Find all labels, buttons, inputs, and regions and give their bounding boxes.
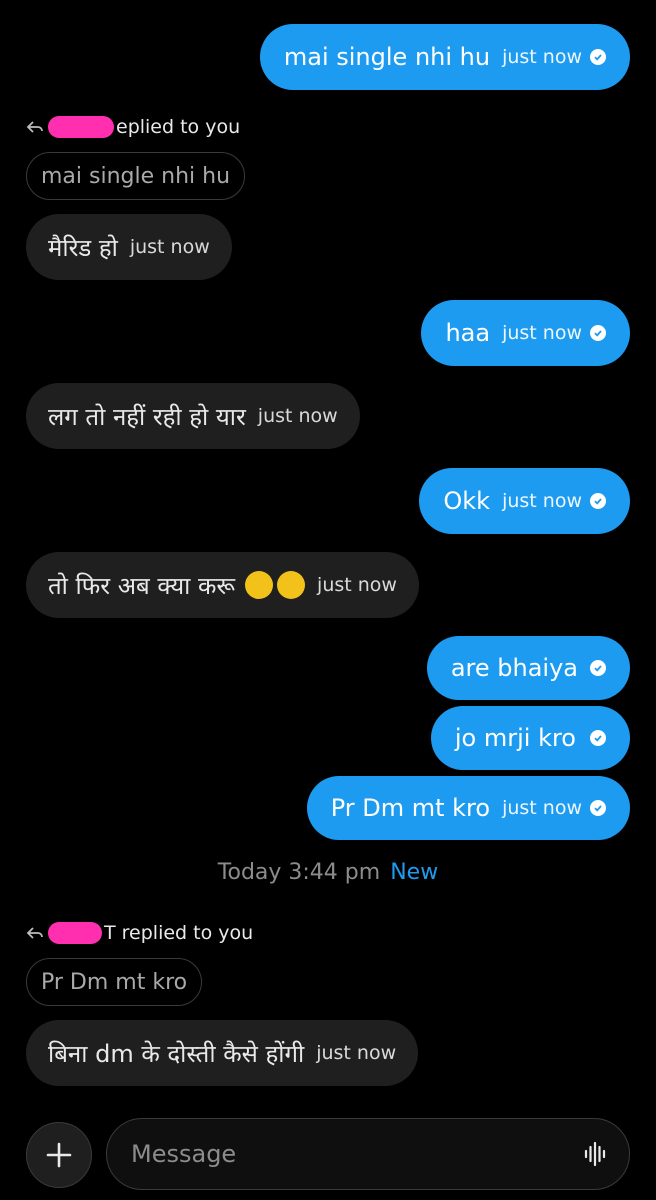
sent-check-icon [590, 493, 606, 509]
sent-check-icon [590, 730, 606, 746]
incoming-message[interactable]: बिना dm के दोस्ती कैसे होंगी just now [26, 1020, 419, 1086]
redacted-name [48, 116, 114, 138]
message-text: haa [445, 319, 491, 347]
reply-label: T replied to you [104, 922, 254, 944]
incoming-message[interactable]: तो फिर अब क्या करू just now [26, 552, 419, 618]
message-text: Pr Dm mt kro [330, 794, 491, 822]
incoming-message[interactable]: मैरिड हो just now [26, 214, 232, 280]
outgoing-message[interactable]: haa just now [421, 300, 630, 366]
message-time: just now [502, 46, 582, 68]
message-text: are bhaiya [450, 654, 578, 682]
message-input[interactable] [129, 1139, 583, 1169]
reply-arrow-icon [26, 121, 43, 133]
incoming-message[interactable]: लग तो नहीं रही हो यार just now [26, 383, 360, 449]
quoted-message[interactable]: Pr Dm mt kro [26, 958, 203, 1006]
message-text: तो फिर अब क्या करू [48, 571, 236, 600]
message-time: just now [502, 322, 582, 344]
sent-check-icon [590, 660, 606, 676]
message-time: just now [317, 574, 397, 596]
reply-label: eplied to you [116, 116, 241, 138]
new-label: New [390, 860, 439, 885]
reply-arrow-icon [26, 927, 43, 939]
sent-check-icon [590, 325, 606, 341]
message-text: jo mrji kro [454, 724, 576, 752]
outgoing-message[interactable]: Okk just now [419, 468, 630, 534]
message-time: just now [257, 405, 338, 427]
message-text: Okk [443, 487, 491, 515]
message-text: mai single nhi hu [283, 43, 491, 71]
message-time: just now [502, 797, 582, 819]
message-time: just now [129, 236, 210, 258]
message-text: मैरिड हो [48, 233, 118, 262]
outgoing-message[interactable]: Pr Dm mt kro just now [306, 776, 630, 840]
outgoing-message[interactable]: jo mrji kro [430, 706, 630, 770]
sent-check-icon [590, 800, 606, 816]
reply-header: eplied to you [26, 116, 240, 138]
slightly-smiling-face-icon [245, 571, 274, 599]
message-text: बिना dm के दोस्ती कैसे होंगी [48, 1039, 305, 1068]
quoted-message[interactable]: mai single nhi hu [26, 152, 246, 200]
plus-icon [46, 1142, 72, 1168]
redacted-name [48, 922, 102, 944]
message-composer[interactable] [106, 1118, 630, 1190]
message-time: just now [316, 1042, 397, 1064]
outgoing-message[interactable]: mai single nhi hu just now [259, 24, 630, 90]
smiling-face-with-tear-icon [277, 571, 306, 599]
message-text: लग तो नहीं रही हो यार [48, 402, 246, 431]
divider-time: Today 3:44 pm [217, 860, 381, 885]
date-divider: Today 3:44 pm New [0, 860, 656, 885]
add-attachment-button[interactable] [26, 1122, 92, 1188]
outgoing-message[interactable]: are bhaiya [426, 636, 630, 700]
sent-check-icon [590, 49, 606, 65]
reply-header: T replied to you [26, 922, 253, 944]
message-time: just now [502, 490, 582, 512]
voice-waveform-icon[interactable] [583, 1141, 607, 1167]
